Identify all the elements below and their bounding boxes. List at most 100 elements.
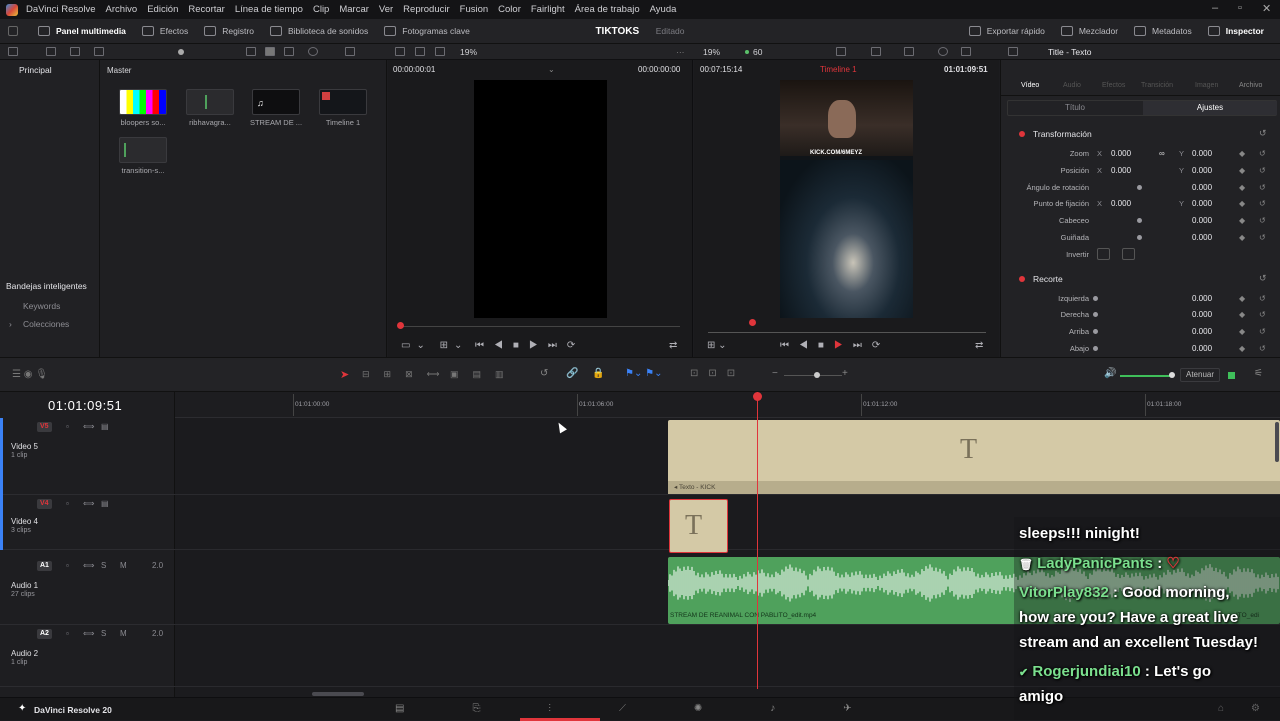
keyframe-icon[interactable]: ◆ [1239, 233, 1245, 242]
snap-icon[interactable]: ↺ [540, 368, 548, 379]
tab-audio[interactable]: Audio [1063, 82, 1081, 89]
row-slider[interactable] [1137, 235, 1142, 240]
clip-thumb-ribhavagra[interactable] [186, 89, 234, 115]
link-clips-icon[interactable]: 🔗 [566, 368, 578, 379]
subtab-titulo[interactable]: Título [1008, 101, 1142, 115]
menu-archivo[interactable]: Archivo [106, 4, 138, 15]
timeline-video-frame[interactable]: KICK.COM/6MEYZ [780, 80, 913, 318]
more-options-icon[interactable]: ··· [676, 47, 685, 57]
link-icon[interactable] [46, 47, 56, 56]
tab-image[interactable]: Imagen [1195, 82, 1218, 89]
row-y-value[interactable]: 0.000 [1192, 166, 1212, 175]
timeline-timecode[interactable]: 01:01:09:51 [48, 398, 122, 413]
row-value[interactable]: 0.000 [1192, 344, 1212, 353]
mute-icon[interactable]: M [120, 629, 127, 638]
flag-icon[interactable]: ⚑⌄ ⚑⌄ [625, 368, 662, 379]
keyframe-icon[interactable]: ◆ [1239, 199, 1245, 208]
row-slider[interactable] [1093, 312, 1098, 318]
clip-text-v5[interactable]: T ◂ Texto - KICK [668, 420, 1280, 494]
menu-recortar[interactable]: Recortar [188, 4, 224, 15]
auto-select-icon[interactable]: ⟺ [83, 422, 94, 431]
zoom-out-icon[interactable]: − [772, 368, 778, 379]
row-slider[interactable] [1137, 218, 1142, 224]
layout-icon[interactable] [8, 47, 18, 56]
edit-tools-icons[interactable]: ⊟⊞⊠⟷ [362, 369, 454, 380]
effects-button[interactable]: Efectos [141, 26, 188, 36]
transform-icon[interactable] [904, 47, 914, 56]
row-value[interactable]: 0.000 [1192, 216, 1212, 225]
viewer-mode-icon[interactable] [395, 47, 405, 56]
row-x-value[interactable]: 0.000 [1111, 166, 1131, 175]
tab-video[interactable]: Vídeo [1021, 82, 1039, 89]
keyframe-icon[interactable]: ◆ [1239, 216, 1245, 225]
tab-file[interactable]: Archivo [1239, 82, 1262, 89]
reset-icon[interactable]: ↺ [1259, 310, 1266, 319]
layout-options-icon[interactable]: ☰ ◉ 🎙 [12, 369, 48, 380]
media-pool-button[interactable]: Panel multimedia [38, 26, 126, 36]
horizontal-scrollbar[interactable] [312, 692, 364, 696]
timeline-name[interactable]: Timeline 1 [820, 65, 857, 74]
track-tag[interactable]: A2 [37, 629, 52, 639]
reset-icon[interactable]: ↺ [1259, 199, 1266, 208]
lock-track-icon[interactable]: ▫ [66, 561, 69, 570]
edit-index-button[interactable]: Registro [204, 26, 254, 36]
clip-thumb-timeline1[interactable] [319, 89, 367, 115]
thumb-size-slider[interactable] [178, 49, 184, 55]
menu-linea-de-tiempo[interactable]: Línea de tiempo [235, 4, 303, 15]
keyframe-icon[interactable]: ◆ [1239, 327, 1245, 336]
timeline-zoom[interactable]: 19% [703, 47, 720, 57]
link-icon[interactable]: ∞ [1159, 149, 1165, 158]
display-icon[interactable] [871, 47, 881, 56]
menu-fairlight[interactable]: Fairlight [531, 4, 565, 15]
reset-icon[interactable]: ↺ [1259, 294, 1266, 303]
row-y-value[interactable]: 0.000 [1192, 199, 1212, 208]
grid-view-icon[interactable] [246, 47, 256, 56]
timeline-transport[interactable]: ⏮◀■▶⏭⟳ [780, 340, 890, 351]
track-header-a1[interactable]: A1 ▫ ⟺ S M 2.0 Audio 1 27 clips [0, 557, 175, 625]
output-icon[interactable] [836, 47, 846, 56]
zoom-tools-icons[interactable]: ⊡⊡⊡ [690, 368, 745, 379]
fullscreen-icon[interactable] [961, 47, 971, 56]
timeline-view-controls[interactable]: ⊞ ⌄ [707, 340, 727, 351]
playhead-handle[interactable] [753, 392, 762, 401]
row-slider[interactable] [1093, 346, 1098, 351]
keyframe-icon[interactable]: ◆ [1239, 310, 1245, 319]
selection-tool-icon[interactable]: ➤ [340, 368, 349, 381]
row-y-value[interactable]: 0.000 [1192, 149, 1212, 158]
timeline-loop-icon[interactable]: ⇄ [975, 340, 983, 351]
keyframe-icon[interactable]: ◆ [1239, 149, 1245, 158]
viewer-mode-icon-3[interactable] [435, 47, 445, 56]
lock-icon[interactable]: 🔒 [592, 368, 604, 379]
minimize-icon[interactable]: – [1212, 2, 1218, 14]
timeline-playhead[interactable] [757, 392, 758, 689]
metadata-button[interactable]: Metadatos [1134, 26, 1192, 36]
quick-export-button[interactable]: Exportar rápido [968, 26, 1045, 36]
zoom-in-icon[interactable]: + [842, 368, 848, 379]
mixer-button[interactable]: Mezclador [1060, 26, 1118, 36]
inspector-button[interactable]: Inspector [1207, 26, 1264, 36]
bin-principal[interactable]: Principal [19, 65, 52, 75]
insert-tools-icons[interactable]: ▣▤▥ [450, 369, 518, 380]
folder-icon[interactable] [70, 47, 80, 56]
thumbnail-view-icon[interactable] [265, 47, 275, 56]
track-header-v5[interactable]: V5 ▫ ⟺ ▤ Video 51 clip [0, 418, 175, 495]
dim-button[interactable]: Atenuar [1180, 368, 1221, 382]
clip-thumb-bloopers[interactable] [119, 89, 167, 115]
smart-bin-keywords[interactable]: Keywords [23, 301, 60, 311]
flip-horizontal-icon[interactable] [1097, 247, 1110, 260]
reset-icon[interactable]: ↺ [1259, 216, 1266, 225]
volume-slider[interactable] [1120, 375, 1172, 377]
source-video-frame[interactable] [474, 80, 607, 318]
subtab-ajustes[interactable]: Ajustes [1143, 101, 1277, 115]
menu-ayuda[interactable]: Ayuda [650, 4, 677, 15]
reset-icon[interactable]: ↺ [1259, 149, 1266, 158]
keyframe-icon[interactable]: ◆ [1239, 294, 1245, 303]
zoom-slider-handle[interactable] [814, 372, 820, 378]
row-value[interactable]: 0.000 [1192, 327, 1212, 336]
track-tag[interactable]: V4 [37, 499, 52, 509]
keyframe-icon[interactable]: ◆ [1239, 344, 1245, 353]
maximize-icon[interactable]: ▫ [1238, 2, 1242, 14]
vertical-scrollbar[interactable] [1275, 422, 1279, 462]
track-visibility-icon[interactable]: ▤ [101, 422, 109, 431]
menu-reproducir[interactable]: Reproducir [403, 4, 449, 15]
